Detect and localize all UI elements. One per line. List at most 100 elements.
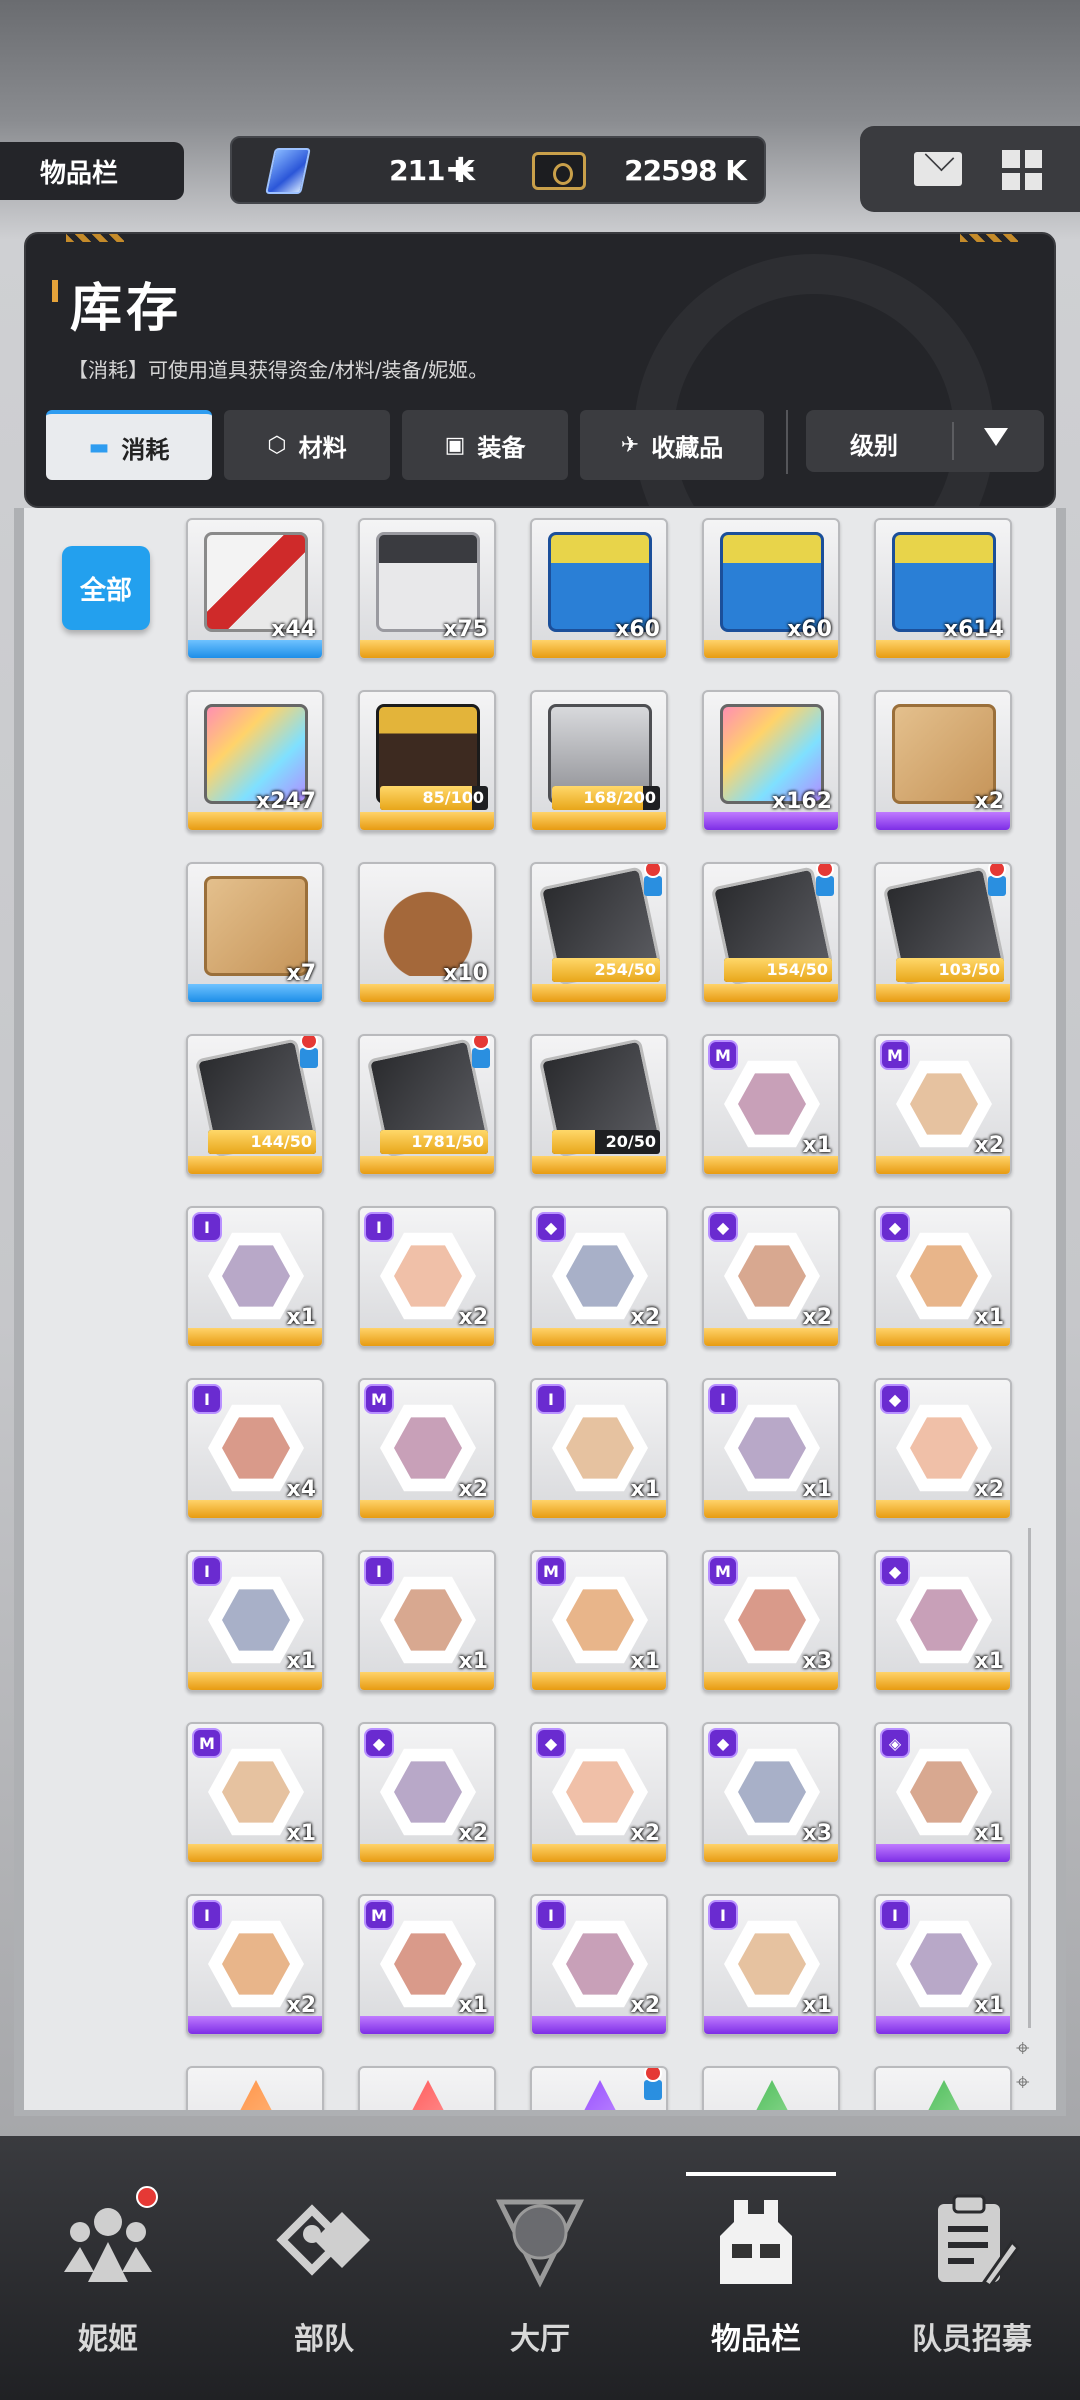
nav-label: 妮姬 xyxy=(78,2322,138,2357)
inventory-item[interactable]: x60 xyxy=(530,518,668,660)
item-quantity: x2 xyxy=(974,789,1005,814)
inventory-item[interactable]: ◈ x1 xyxy=(874,1722,1012,1864)
inventory-item[interactable]: x60 xyxy=(702,518,840,660)
inventory-item[interactable] xyxy=(702,2066,840,2110)
inventory-item[interactable]: ◆ x2 xyxy=(874,1378,1012,1520)
buy-gems-button[interactable]: + xyxy=(444,146,478,192)
item-quantity: x1 xyxy=(630,1649,661,1674)
mail-icon[interactable] xyxy=(914,152,962,186)
rarity-bar xyxy=(704,640,838,658)
green-shard-icon xyxy=(892,2080,996,2110)
inventory-item[interactable]: x7 xyxy=(186,862,324,1004)
nav-squad[interactable]: 部队 xyxy=(216,2136,432,2400)
class-badge-icon: ◆ xyxy=(880,1212,910,1242)
red-shard-icon xyxy=(376,2080,480,2110)
dropdown-divider xyxy=(952,422,954,460)
inventory-item[interactable]: Mx1 xyxy=(186,1722,324,1864)
inventory-item[interactable]: ◆ x1 xyxy=(874,1206,1012,1348)
inventory-item[interactable]: x44 xyxy=(186,518,324,660)
inventory-item[interactable]: ◆ x2 xyxy=(530,1722,668,1864)
nav-inventory[interactable]: 物品栏 xyxy=(648,2136,864,2400)
inventory-item[interactable]: x2 xyxy=(874,690,1012,832)
inventory-item[interactable]: 85/100 xyxy=(358,690,496,832)
item-progress-bar: 1781/50 xyxy=(380,1130,488,1154)
rarity-bar xyxy=(876,2016,1010,2034)
inventory-item[interactable]: 20/50 xyxy=(530,1034,668,1176)
rarity-bar xyxy=(532,1328,666,1346)
inventory-item[interactable]: Mx2 xyxy=(874,1034,1012,1176)
item-quantity: x60 xyxy=(787,617,832,642)
inventory-item[interactable]: 254/50 xyxy=(530,862,668,1004)
item-quantity: x7 xyxy=(286,961,317,986)
inventory-item[interactable]: Ix1 xyxy=(702,1894,840,2036)
inventory-item[interactable]: 103/50 xyxy=(874,862,1012,1004)
inventory-item[interactable]: ◆ x3 xyxy=(702,1722,840,1864)
menu-grid-icon[interactable] xyxy=(1002,150,1042,190)
item-quantity: x1 xyxy=(458,1993,489,2018)
nav-label: 大厅 xyxy=(510,2322,570,2357)
inventory-item[interactable]: Ix2 xyxy=(186,1894,324,2036)
inventory-item[interactable]: 1781/50 xyxy=(358,1034,496,1176)
inventory-item[interactable] xyxy=(530,2066,668,2110)
inventory-header: 库存 【消耗】可使用道具获得资金/材料/装备/妮姬。 ▬ 消耗 ⬡ 材料 ▣ 装… xyxy=(24,232,1056,508)
class-badge-icon: ◆ xyxy=(536,1728,566,1758)
lock-icon xyxy=(300,1048,318,1068)
inventory-item[interactable]: Mx1 xyxy=(702,1034,840,1176)
inventory-item[interactable] xyxy=(874,2066,1012,2110)
class-badge-icon: M xyxy=(192,1728,222,1758)
tab-materials[interactable]: ⬡ 材料 xyxy=(224,410,390,480)
class-badge-icon: ◆ xyxy=(708,1728,738,1758)
hexagon-icon: ⬡ xyxy=(267,432,287,458)
rarity-bar xyxy=(876,1156,1010,1174)
inventory-item[interactable]: x247 xyxy=(186,690,324,832)
item-progress-bar: 20/50 xyxy=(552,1130,660,1154)
inventory-item[interactable]: ◆ x2 xyxy=(702,1206,840,1348)
inventory-item[interactable]: Mx2 xyxy=(358,1378,496,1520)
nav-lobby[interactable]: 大厅 xyxy=(432,2136,648,2400)
inventory-vest-icon xyxy=(720,2200,792,2284)
inventory-item[interactable]: ◆ x1 xyxy=(874,1550,1012,1692)
inventory-item[interactable]: x10 xyxy=(358,862,496,1004)
item-progress-bar: 168/200 xyxy=(552,786,660,810)
rarity-bar xyxy=(876,1672,1010,1690)
rarity-bar xyxy=(876,640,1010,658)
progress-text: 20/50 xyxy=(605,1132,656,1151)
tab-collectibles[interactable]: ✈ 收藏品 xyxy=(580,410,764,480)
inventory-item[interactable] xyxy=(358,2066,496,2110)
inventory-item[interactable]: x75 xyxy=(358,518,496,660)
inventory-item[interactable]: Ix1 xyxy=(358,1550,496,1692)
class-badge-icon: I xyxy=(192,1384,222,1414)
inventory-item[interactable]: Ix4 xyxy=(186,1378,324,1520)
tab-equipment[interactable]: ▣ 装备 xyxy=(402,410,568,480)
nav-nikke[interactable]: 妮姬 xyxy=(0,2136,216,2400)
nav-recruit[interactable]: 队员招募 xyxy=(864,2136,1080,2400)
inventory-item[interactable]: Mx1 xyxy=(530,1550,668,1692)
inventory-item[interactable]: Mx3 xyxy=(702,1550,840,1692)
inventory-item[interactable]: Ix1 xyxy=(186,1206,324,1348)
lock-icon xyxy=(988,876,1006,896)
inventory-item[interactable]: Ix1 xyxy=(874,1894,1012,2036)
item-quantity: x2 xyxy=(974,1133,1005,1158)
inventory-item[interactable]: Ix1 xyxy=(186,1550,324,1692)
inventory-item[interactable] xyxy=(186,2066,324,2110)
tab-consumables[interactable]: ▬ 消耗 xyxy=(46,410,212,480)
inventory-item[interactable]: Ix1 xyxy=(530,1378,668,1520)
inventory-item[interactable]: 144/50 xyxy=(186,1034,324,1176)
inventory-item[interactable]: x162 xyxy=(702,690,840,832)
inventory-title: 库存 xyxy=(70,279,183,339)
inventory-item[interactable]: ◆ x2 xyxy=(530,1206,668,1348)
inventory-item[interactable]: ◆ x2 xyxy=(358,1722,496,1864)
inventory-item[interactable]: 154/50 xyxy=(702,862,840,1004)
inventory-item[interactable]: Ix2 xyxy=(358,1206,496,1348)
item-quantity: x2 xyxy=(286,1993,317,2018)
inventory-item[interactable]: Ix2 xyxy=(530,1894,668,2036)
inventory-item[interactable]: 168/200 xyxy=(530,690,668,832)
class-badge-icon: ◆ xyxy=(880,1556,910,1586)
inventory-item[interactable]: Mx1 xyxy=(358,1894,496,2036)
inventory-item[interactable]: x614 xyxy=(874,518,1012,660)
inventory-item[interactable]: Ix1 xyxy=(702,1378,840,1520)
rarity-bar xyxy=(704,812,838,830)
scrollbar[interactable] xyxy=(1028,1528,1031,2028)
filter-all-button[interactable]: 全部 xyxy=(62,546,150,630)
sort-dropdown[interactable]: 级别 xyxy=(806,410,1044,472)
